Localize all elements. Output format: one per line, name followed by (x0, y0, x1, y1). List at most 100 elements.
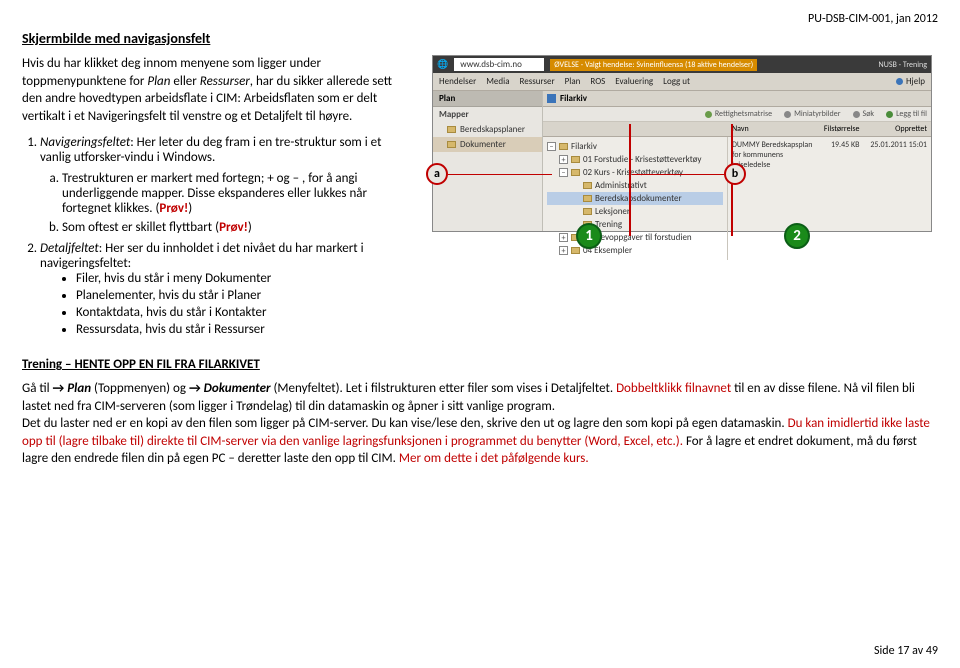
bp-t1: Gå til (22, 381, 53, 396)
red-arrow-a (448, 174, 552, 175)
bullet-3: Kontaktdata, hvis du står i Kontakter (76, 305, 412, 320)
folder-icon (571, 247, 580, 254)
tree-node[interactable]: Trening (547, 218, 723, 231)
tree-view: − Filarkiv +01 Forstudie - Krisestøttever… (543, 137, 728, 260)
tree-node[interactable]: − 02 Kurs - Krisestøtteverktøy (547, 166, 723, 179)
toolbar-label: Søk (863, 109, 875, 119)
col-navn: Navn (732, 124, 817, 134)
item-b-text: Som oftest er skillet flyttbart ( (62, 220, 219, 235)
toolbar-label: Rettighetsmatrise (715, 109, 772, 119)
sidebar-beredskapsplaner[interactable]: Beredskapsplaner (433, 122, 542, 137)
screenshot-column: 🌐 www.dsb-cim.no ØVELSE - Valgt hendelse… (432, 55, 938, 236)
abc-list: Trestrukturen er markert med fortegn; + … (62, 171, 412, 235)
detail-toolbar: Rettighetsmatrise Miniatyrbilder Søk Leg… (543, 107, 931, 122)
intro-paragraph: Hvis du har klikket deg innom menyene so… (22, 55, 412, 125)
bp-t3: (Toppmenyen) og (91, 381, 189, 396)
tree-node[interactable]: +03 Elevoppgaver til forstudien (547, 231, 723, 244)
plan-tab[interactable]: Plan (433, 91, 542, 107)
tool-miniatyr[interactable]: Miniatyrbilder (784, 109, 840, 119)
collapse-icon[interactable]: − (559, 168, 568, 177)
file-name: DUMMY Beredskapsplan for kommunens krise… (732, 140, 817, 170)
folder-icon (583, 182, 592, 189)
file-date: 25.01.2011 15:01 (868, 140, 928, 170)
folder-icon (571, 156, 580, 163)
red-divider-1 (629, 124, 631, 236)
browser-topbar: 🌐 www.dsb-cim.no ØVELSE - Valgt hendelse… (433, 56, 931, 73)
bp-t8: Det du laster ned er en kopi av den file… (22, 416, 788, 431)
folder-icon (583, 195, 592, 202)
menu-ros[interactable]: ROS (590, 76, 605, 87)
bottom-paragraph: Gå til → Plan (Toppmenyen) og → Dokument… (22, 380, 938, 468)
tree-node[interactable]: Leksjoner (547, 205, 723, 218)
nav-feltet-item: Navigeringsfeltet: Her leter du deg fram… (40, 135, 412, 235)
bp-red1: Dobbeltklikk filnavnet (616, 381, 731, 396)
left-text-column: Hvis du har klikket deg innom menyene so… (22, 55, 412, 345)
tree-label: 01 Forstudie - Krisestøtteverktøy (583, 154, 701, 165)
cim-screenshot: 🌐 www.dsb-cim.no ØVELSE - Valgt hendelse… (432, 55, 932, 232)
tool-leggtil[interactable]: Legg til fil (886, 109, 927, 119)
arrow-icon: → (53, 381, 65, 396)
help-label: Hjelp (906, 76, 925, 87)
sidebar-item-label: Dokumenter (460, 139, 506, 150)
item-b: Som oftest er skillet flyttbart (Prøv!) (62, 220, 412, 235)
filarkiv-icon (547, 94, 556, 103)
collapse-icon[interactable]: − (547, 142, 556, 151)
file-list: DUMMY Beredskapsplan for kommunens krise… (728, 137, 931, 260)
intro-t2: eller (170, 74, 199, 89)
menu-plan[interactable]: Plan (565, 76, 581, 87)
tree-node[interactable]: +01 Forstudie - Krisestøtteverktøy (547, 153, 723, 166)
file-row[interactable]: DUMMY Beredskapsplan for kommunens krise… (732, 140, 927, 170)
toolbar-label: Legg til fil (896, 109, 927, 119)
menu-evaluering[interactable]: Evaluering (615, 76, 653, 87)
intro-ressurser: Ressurser (200, 74, 250, 89)
file-size: 19.45 KB (817, 140, 868, 170)
spacer (547, 124, 732, 134)
tool-rettighets[interactable]: Rettighetsmatrise (705, 109, 772, 119)
folder-icon (583, 208, 592, 215)
item-a-end: ) (188, 201, 192, 216)
tree-label: 02 Kurs - Krisestøtteverktøy (583, 167, 683, 178)
menu-loggut[interactable]: Logg ut (663, 76, 690, 87)
bullet-2: Planelementer, hvis du står i Planer (76, 288, 412, 303)
section-title: Skjermbilde med navigasjonsfelt (22, 30, 938, 47)
menu-media[interactable]: Media (486, 76, 509, 87)
tree-node-selected[interactable]: Beredskapsdokumenter (547, 192, 723, 205)
sidebar-dokumenter[interactable]: Dokumenter (433, 137, 542, 152)
col-opprettet: Opprettet (868, 124, 928, 134)
item-a: Trestrukturen er markert med fortegn; + … (62, 171, 412, 216)
numbered-list: Navigeringsfeltet: Her leter du deg fram… (40, 135, 412, 337)
expand-icon[interactable]: + (559, 233, 568, 242)
bp-t6: til en av disse filene. (731, 381, 843, 396)
bp-t5: (Menyfeltet). Let i filstrukturen etter … (271, 381, 617, 396)
training-title: Trening – HENTE OPP EN FIL FRA FILARKIVE… (22, 357, 938, 372)
bp-red3: Mer om dette i det påfølgende kurs. (399, 451, 589, 466)
callout-a: a (426, 163, 448, 185)
expand-icon[interactable]: + (559, 155, 568, 164)
tree-label: Beredskapsdokumenter (595, 193, 682, 204)
tool-sok[interactable]: Søk (853, 109, 875, 119)
item-a-prov: Prøv! (159, 201, 188, 216)
folder-icon (571, 169, 580, 176)
tree-node[interactable]: Administrativt (547, 179, 723, 192)
doc-id: PU-DSB-CIM-001, jan 2012 (22, 12, 938, 26)
bullet-1: Filer, hvis du står i meny Dokumenter (76, 271, 412, 286)
item-b-prov: Prøv! (219, 220, 248, 235)
toolbar-label: Miniatyrbilder (794, 109, 840, 119)
detail-feltet-item: Detaljfeltet: Her ser du innholdet i det… (40, 241, 412, 337)
detail-feltet-label: Detaljfeltet (40, 241, 99, 256)
expand-icon[interactable]: + (559, 246, 568, 255)
tree-node[interactable]: − Filarkiv (547, 140, 723, 153)
bullet-4: Ressursdata, hvis du står i Ressurser (76, 322, 412, 337)
filarkiv-label: Filarkiv (560, 93, 587, 104)
menu-ressurser[interactable]: Ressurser (520, 76, 555, 87)
detail-bullets: Filer, hvis du står i meny Dokumenter Pl… (76, 271, 412, 337)
menu-hendelser[interactable]: Hendelser (439, 76, 476, 87)
tree-node[interactable]: +04 Eksempler (547, 244, 723, 257)
globe-icon: 🌐 (437, 59, 448, 70)
detail-panel: Filarkiv Rettighetsmatrise Miniatyrbilde… (543, 91, 931, 231)
help-link[interactable]: Hjelp (896, 76, 925, 87)
nav-panel: Plan Mapper Beredskapsplaner Dokumenter (433, 91, 543, 231)
bp-dokumenter: Dokumenter (201, 381, 271, 396)
tree-label: Administrativt (595, 180, 647, 191)
tree-label: Filarkiv (571, 141, 597, 152)
